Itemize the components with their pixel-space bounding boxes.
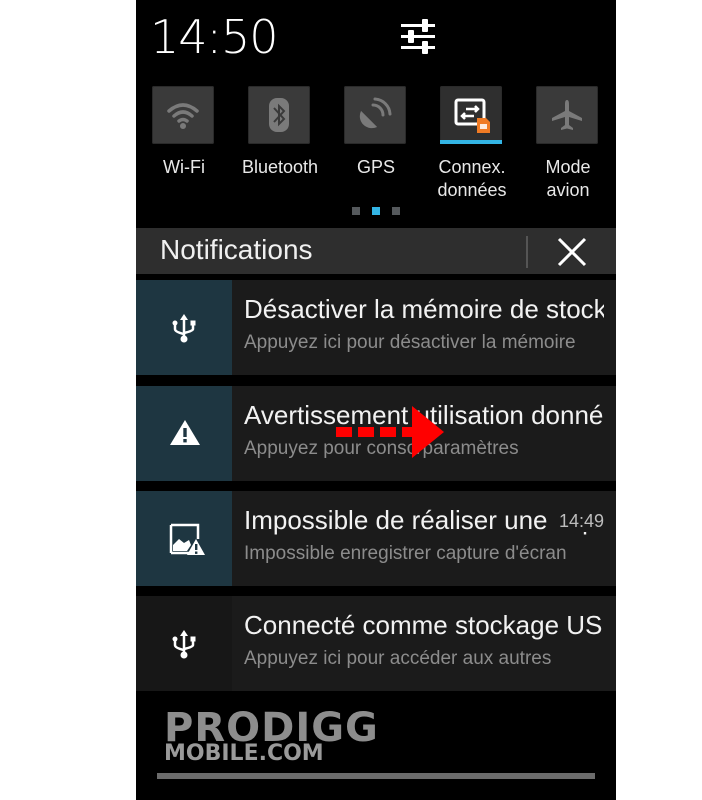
watermark-logo: PRODIGG MOBILE.COM: [164, 705, 409, 766]
notification-icon-area: [136, 596, 232, 691]
annotation-arrow: [336, 406, 444, 458]
settings-sliders-icon: [401, 19, 435, 54]
bluetooth-icon: [269, 98, 289, 132]
page-dot-2-active[interactable]: [372, 207, 380, 215]
usb-icon: [172, 630, 196, 659]
page-indicator: [352, 207, 406, 215]
active-indicator-bar: [440, 140, 502, 144]
header-divider: [526, 236, 528, 268]
notification-subtitle: Appuyez ici pour accéder aux autres: [244, 648, 552, 669]
tile-bluetooth-button[interactable]: [248, 86, 310, 144]
notification-subtitle: Impossible enregistrer capture d'écran: [244, 543, 567, 564]
notifications-header: Notifications: [136, 228, 616, 274]
notification-shade: 14:50 Wi-Fi Bluetooth GPS Connex. donnée…: [136, 0, 616, 800]
tile-airplane-label-line1: Mode: [545, 157, 591, 177]
tile-wifi-label: Wi-Fi: [163, 157, 205, 177]
page-dot-3[interactable]: [392, 207, 400, 215]
close-icon: [557, 237, 587, 267]
tile-airplane-label-line2: avion: [546, 180, 590, 200]
page-dot-1[interactable]: [352, 207, 360, 215]
tile-gps-label: GPS: [356, 157, 395, 177]
notifications-title: Notifications: [160, 234, 313, 265]
tile-data-connection-label: Connex. données: [424, 156, 520, 202]
wifi-icon: [167, 103, 199, 129]
notification-title: Impossible de réaliser une capture: [244, 505, 604, 535]
notification-item[interactable]: Impossible de réaliser une capture 14:49…: [136, 491, 616, 586]
notification-title: Désactiver la mémoire de stockage USB: [244, 294, 604, 324]
usb-icon: [172, 314, 196, 343]
tile-data-connection-button[interactable]: [440, 86, 502, 144]
watermark-line2: MOBILE.COM: [164, 741, 324, 766]
settings-button[interactable]: [398, 16, 438, 56]
notification-icon-area: [136, 280, 232, 375]
warning-icon: [170, 420, 200, 445]
notification-time: 14:49: [552, 511, 604, 532]
tile-airplane-label: Mode avion: [520, 156, 616, 202]
notification-item[interactable]: Connecté comme stockage USB Appuyez ici …: [136, 596, 616, 691]
gps-icon: [359, 97, 392, 129]
clear-all-button[interactable]: [554, 234, 590, 270]
tile-data-label-line1: Connex.: [438, 157, 506, 177]
data-connection-icon: [454, 98, 490, 133]
notification-icon-area: [136, 491, 232, 586]
tile-bluetooth-label: Bluetooth: [241, 157, 319, 177]
tile-airplane-button[interactable]: [536, 86, 598, 144]
screenshot-error-icon: [169, 523, 205, 555]
notification-icon-area: [136, 386, 232, 481]
status-clock: 14:50: [150, 10, 279, 64]
tile-gps-button[interactable]: [344, 86, 406, 144]
notification-subtitle: Appuyez ici pour désactiver la mémoire: [244, 332, 576, 353]
shade-drag-handle[interactable]: [157, 773, 595, 779]
notification-item[interactable]: Désactiver la mémoire de stockage USB Ap…: [136, 280, 616, 375]
airplane-icon: [552, 100, 582, 130]
notification-title: Connecté comme stockage USB: [244, 610, 604, 640]
tile-data-label-line2: données: [437, 180, 507, 200]
tile-wifi-button[interactable]: [152, 86, 214, 144]
